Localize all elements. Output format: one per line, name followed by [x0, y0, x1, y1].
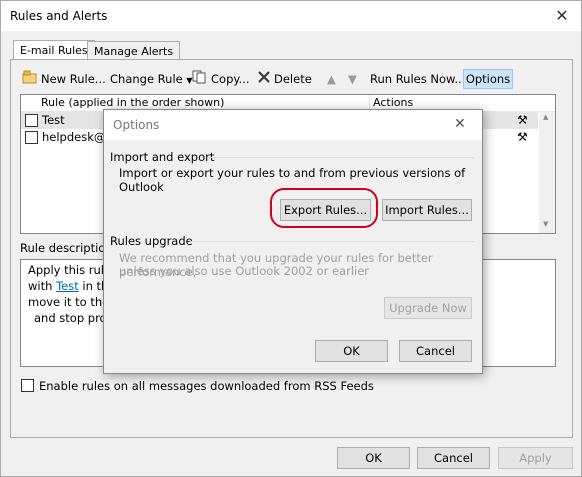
new-rule-icon [22, 70, 38, 89]
title-bar: Rules and Alerts ✕ [1, 1, 581, 31]
window-title: Rules and Alerts [10, 9, 108, 23]
description-text: with [28, 279, 53, 293]
change-rule-label: Change Rule [110, 72, 183, 86]
description-link[interactable]: Test [56, 279, 79, 293]
description-line: and stop proc [34, 311, 113, 325]
options-dialog-title-bar: Options ✕ [104, 110, 482, 140]
move-up-icon[interactable]: ▲ [327, 70, 336, 90]
rule-actions-icon: ⚒ [517, 130, 528, 144]
rule-enabled-checkbox[interactable] [25, 131, 38, 144]
export-rules-highlight [270, 188, 378, 228]
scroll-down-icon[interactable]: ▼ [543, 220, 548, 228]
scroll-up-icon[interactable]: ▲ [543, 113, 548, 121]
options-dialog-title: Options [113, 118, 160, 132]
delete-button[interactable]: Delete [257, 70, 312, 90]
rule-description-label: Rule description [20, 241, 113, 255]
copy-icon [192, 70, 208, 89]
close-icon[interactable]: ✕ [454, 116, 466, 132]
delete-icon [257, 70, 271, 89]
rules-list-scrollbar[interactable]: ▲ ▼ [539, 112, 555, 233]
rules-and-alerts-window: Rules and Alerts ✕ E-mail Rules Manage A… [0, 0, 582, 477]
import-export-heading: Import and export [110, 150, 215, 164]
close-icon[interactable]: ✕ [549, 5, 575, 27]
apply-button[interactable]: Apply [498, 447, 573, 469]
rule-actions-icon: ⚒ [517, 113, 528, 127]
dialog-ok-button[interactable]: OK [315, 340, 388, 362]
new-rule-button[interactable]: New Rule... [22, 70, 106, 90]
rules-upgrade-heading: Rules upgrade [110, 234, 193, 248]
description-line: Apply this rule [28, 263, 112, 277]
group-divider [209, 157, 474, 158]
upgrade-now-button[interactable]: Upgrade Now [384, 297, 472, 319]
copy-button[interactable]: Copy... [192, 70, 250, 90]
rules-upgrade-text: unless you also use Outlook 2002 or earl… [119, 264, 370, 278]
description-line: move it to the [28, 295, 110, 309]
new-rule-label: New Rule... [41, 72, 106, 86]
dialog-cancel-button[interactable]: Cancel [399, 340, 472, 362]
move-down-icon[interactable]: ▼ [348, 70, 357, 90]
options-dialog: Options ✕ Import and export Import or ex… [103, 109, 483, 374]
group-divider [190, 241, 474, 242]
change-rule-button[interactable]: Change Rule ▼ [110, 70, 193, 90]
run-rules-now-button[interactable]: Run Rules Now... [370, 70, 465, 90]
description-line: with Test in th [28, 279, 108, 293]
import-rules-button[interactable]: Import Rules... [382, 199, 472, 221]
cancel-button[interactable]: Cancel [417, 447, 490, 469]
options-button[interactable]: Options [463, 69, 513, 89]
rss-rules-label: Enable rules on all messages downloaded … [39, 379, 374, 393]
rss-rules-checkbox[interactable] [21, 379, 34, 392]
copy-label: Copy... [211, 72, 250, 86]
rule-name: Test [42, 113, 65, 127]
rule-enabled-checkbox[interactable] [25, 114, 38, 127]
ok-button[interactable]: OK [337, 447, 410, 469]
delete-label: Delete [274, 72, 312, 86]
